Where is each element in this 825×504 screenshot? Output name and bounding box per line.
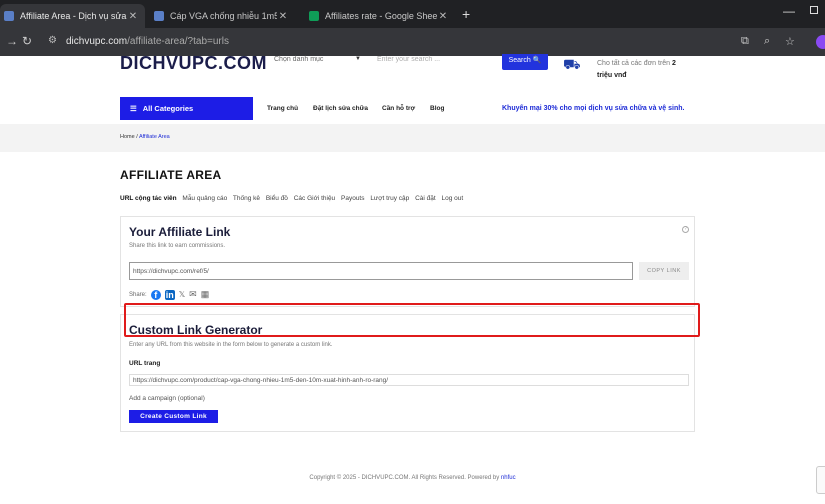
- nav-item-support[interactable]: Cần hỗ trợ: [382, 105, 415, 112]
- affiliate-link-card: Your Affiliate Link Share this link to e…: [120, 216, 695, 307]
- create-custom-link-button[interactable]: Create Custom Link: [129, 410, 218, 423]
- help-icon[interactable]: ?: [682, 226, 689, 233]
- breadcrumb-bar: Home / Affiliate Area: [0, 124, 825, 152]
- share-label: Share:: [129, 291, 147, 298]
- search-input[interactable]: Enter your search ...: [373, 54, 501, 70]
- address-bar: → ↻ ⚙ dichvupc.com/affiliate-area/?tab=u…: [0, 28, 825, 56]
- all-categories-button[interactable]: ☰ All Categories: [120, 97, 253, 120]
- chevron-down-icon: ▼: [355, 56, 361, 62]
- tab-favicon-icon: [309, 11, 319, 21]
- add-campaign-link[interactable]: Add a campaign (optional): [129, 395, 205, 402]
- zoom-icon[interactable]: ⌕: [764, 35, 770, 48]
- bookmark-star-icon[interactable]: ☆: [785, 35, 795, 48]
- close-tab-icon[interactable]: ✕: [127, 11, 139, 22]
- tab-favicon-icon: [4, 11, 14, 21]
- new-tab-button[interactable]: +: [462, 6, 470, 22]
- affiliate-link-title: Your Affiliate Link: [129, 225, 231, 239]
- footer: Copyright © 2025 - DICHVUPC.COM. All Rig…: [0, 475, 825, 481]
- browser-tab-sheets[interactable]: Affiliates rate - Google Sheets ✕: [305, 4, 455, 28]
- nav-item-booking[interactable]: Đặt lịch sửa chữa: [313, 105, 368, 112]
- tab-logout[interactable]: Log out: [442, 195, 464, 202]
- tab-graphs[interactable]: Biểu đồ: [266, 195, 288, 202]
- tab-payouts[interactable]: Payouts: [341, 195, 365, 202]
- close-tab-icon[interactable]: ✕: [437, 11, 449, 22]
- affiliate-link-field[interactable]: https://dichvupc.com/ref/5/: [129, 262, 633, 280]
- generator-subtitle: Enter any URL from this website in the f…: [129, 342, 333, 348]
- profile-avatar[interactable]: [816, 35, 825, 49]
- browser-tab-affiliate[interactable]: Affiliate Area - Dịch vụ sửa Lapt ✕: [0, 4, 145, 28]
- delivery-truck-icon: ⛟: [563, 56, 581, 72]
- reload-icon[interactable]: ↻: [22, 34, 32, 48]
- search-button[interactable]: Search 🔍: [502, 54, 548, 70]
- tab-title: Cáp VGA chống nhiễu 1m5 đến: [170, 11, 277, 21]
- url-field[interactable]: ⚙ dichvupc.com/affiliate-area/?tab=urls: [40, 32, 810, 52]
- tab-visits[interactable]: Lượt truy cập: [370, 195, 409, 202]
- browser-tab-product[interactable]: Cáp VGA chống nhiễu 1m5 đến ✕: [150, 4, 295, 28]
- nav-item-blog[interactable]: Blog: [430, 105, 444, 112]
- share-row: Share: f in 𝕏 ✉ ▦: [129, 289, 209, 300]
- menu-icon: ☰: [130, 104, 137, 113]
- qr-code-icon[interactable]: ▦: [201, 289, 210, 300]
- tab-favicon-icon: [154, 11, 164, 21]
- site-logo[interactable]: DICHVUPC.COM: [120, 53, 267, 74]
- nav-promo-text[interactable]: Khuyến mại 30% cho mọi dịch vụ sửa chữa …: [502, 105, 684, 112]
- facebook-icon[interactable]: f: [150, 289, 161, 300]
- tab-urls[interactable]: URL cộng tác viên: [120, 195, 177, 202]
- close-tab-icon[interactable]: ✕: [277, 11, 289, 22]
- copyright-text: Copyright © 2025 - DICHVUPC.COM. All Rig…: [309, 475, 500, 481]
- url-label: URL trang: [129, 360, 161, 367]
- page-title: AFFILIATE AREA: [120, 168, 222, 182]
- all-categories-label: All Categories: [142, 104, 194, 113]
- translate-icon[interactable]: ⧉: [741, 35, 749, 48]
- email-icon[interactable]: ✉: [189, 289, 197, 300]
- breadcrumb: Home / Affiliate Area: [120, 134, 170, 140]
- linkedin-icon[interactable]: in: [164, 289, 175, 300]
- captcha-badge[interactable]: [816, 466, 825, 494]
- web-page: DICHVUPC.COM Chọn danh mục ▼ Enter your …: [0, 53, 825, 504]
- tab-title: Affiliates rate - Google Sheets: [325, 11, 437, 21]
- url-text: dichvupc.com/affiliate-area/?tab=urls: [66, 36, 229, 47]
- tab-creatives[interactable]: Mẫu quảng cáo: [182, 195, 227, 202]
- affiliate-link-subtitle: Share this link to earn commissions.: [129, 243, 226, 249]
- x-icon[interactable]: 𝕏: [179, 290, 185, 299]
- minimize-icon[interactable]: —: [783, 4, 795, 18]
- nav-item-home[interactable]: Trang chủ: [267, 105, 298, 112]
- tab-referrals[interactable]: Các Giới thiệu: [294, 195, 335, 202]
- custom-url-input[interactable]: https://dichvupc.com/product/cap-vga-cho…: [129, 374, 689, 386]
- maximize-icon[interactable]: [810, 6, 818, 14]
- powered-by-link[interactable]: nhfuc: [501, 475, 516, 481]
- shipping-promo-text: Cho tất cả các đơn trên 2: [597, 60, 676, 67]
- breadcrumb-current: Affiliate Area: [138, 134, 170, 140]
- tab-stats[interactable]: Thống kê: [233, 195, 260, 202]
- browser-tab-bar: Affiliate Area - Dịch vụ sửa Lapt ✕ Cáp …: [0, 0, 825, 28]
- affiliate-tabs: URL cộng tác viên Mẫu quảng cáo Thống kê…: [120, 195, 467, 202]
- copy-link-button[interactable]: COPY LINK: [639, 262, 689, 280]
- red-highlight-box: [124, 303, 700, 337]
- site-info-icon[interactable]: ⚙: [48, 35, 57, 46]
- tab-title: Affiliate Area - Dịch vụ sửa Lapt: [20, 11, 127, 21]
- forward-icon[interactable]: →: [6, 34, 18, 48]
- tab-settings[interactable]: Cài đặt: [415, 195, 436, 202]
- shipping-promo-amount: triệu vnđ: [597, 72, 627, 79]
- breadcrumb-home[interactable]: Home: [120, 134, 135, 140]
